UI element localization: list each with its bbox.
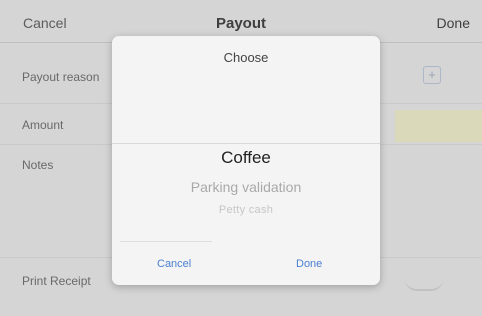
picker-option-petty-cash[interactable]: Petty cash: [112, 204, 380, 216]
dialog-done-button[interactable]: Done: [296, 258, 322, 270]
dialog-cancel-button[interactable]: Cancel: [157, 258, 191, 270]
dialog-divider: [120, 241, 212, 242]
picker-top-divider: [112, 143, 380, 144]
picker-option-coffee[interactable]: Coffee: [112, 148, 380, 168]
picker-option-parking-validation[interactable]: Parking validation: [112, 179, 380, 195]
choose-dialog: Choose Coffee Parking validation Petty c…: [112, 36, 380, 285]
dialog-title: Choose: [223, 50, 269, 65]
